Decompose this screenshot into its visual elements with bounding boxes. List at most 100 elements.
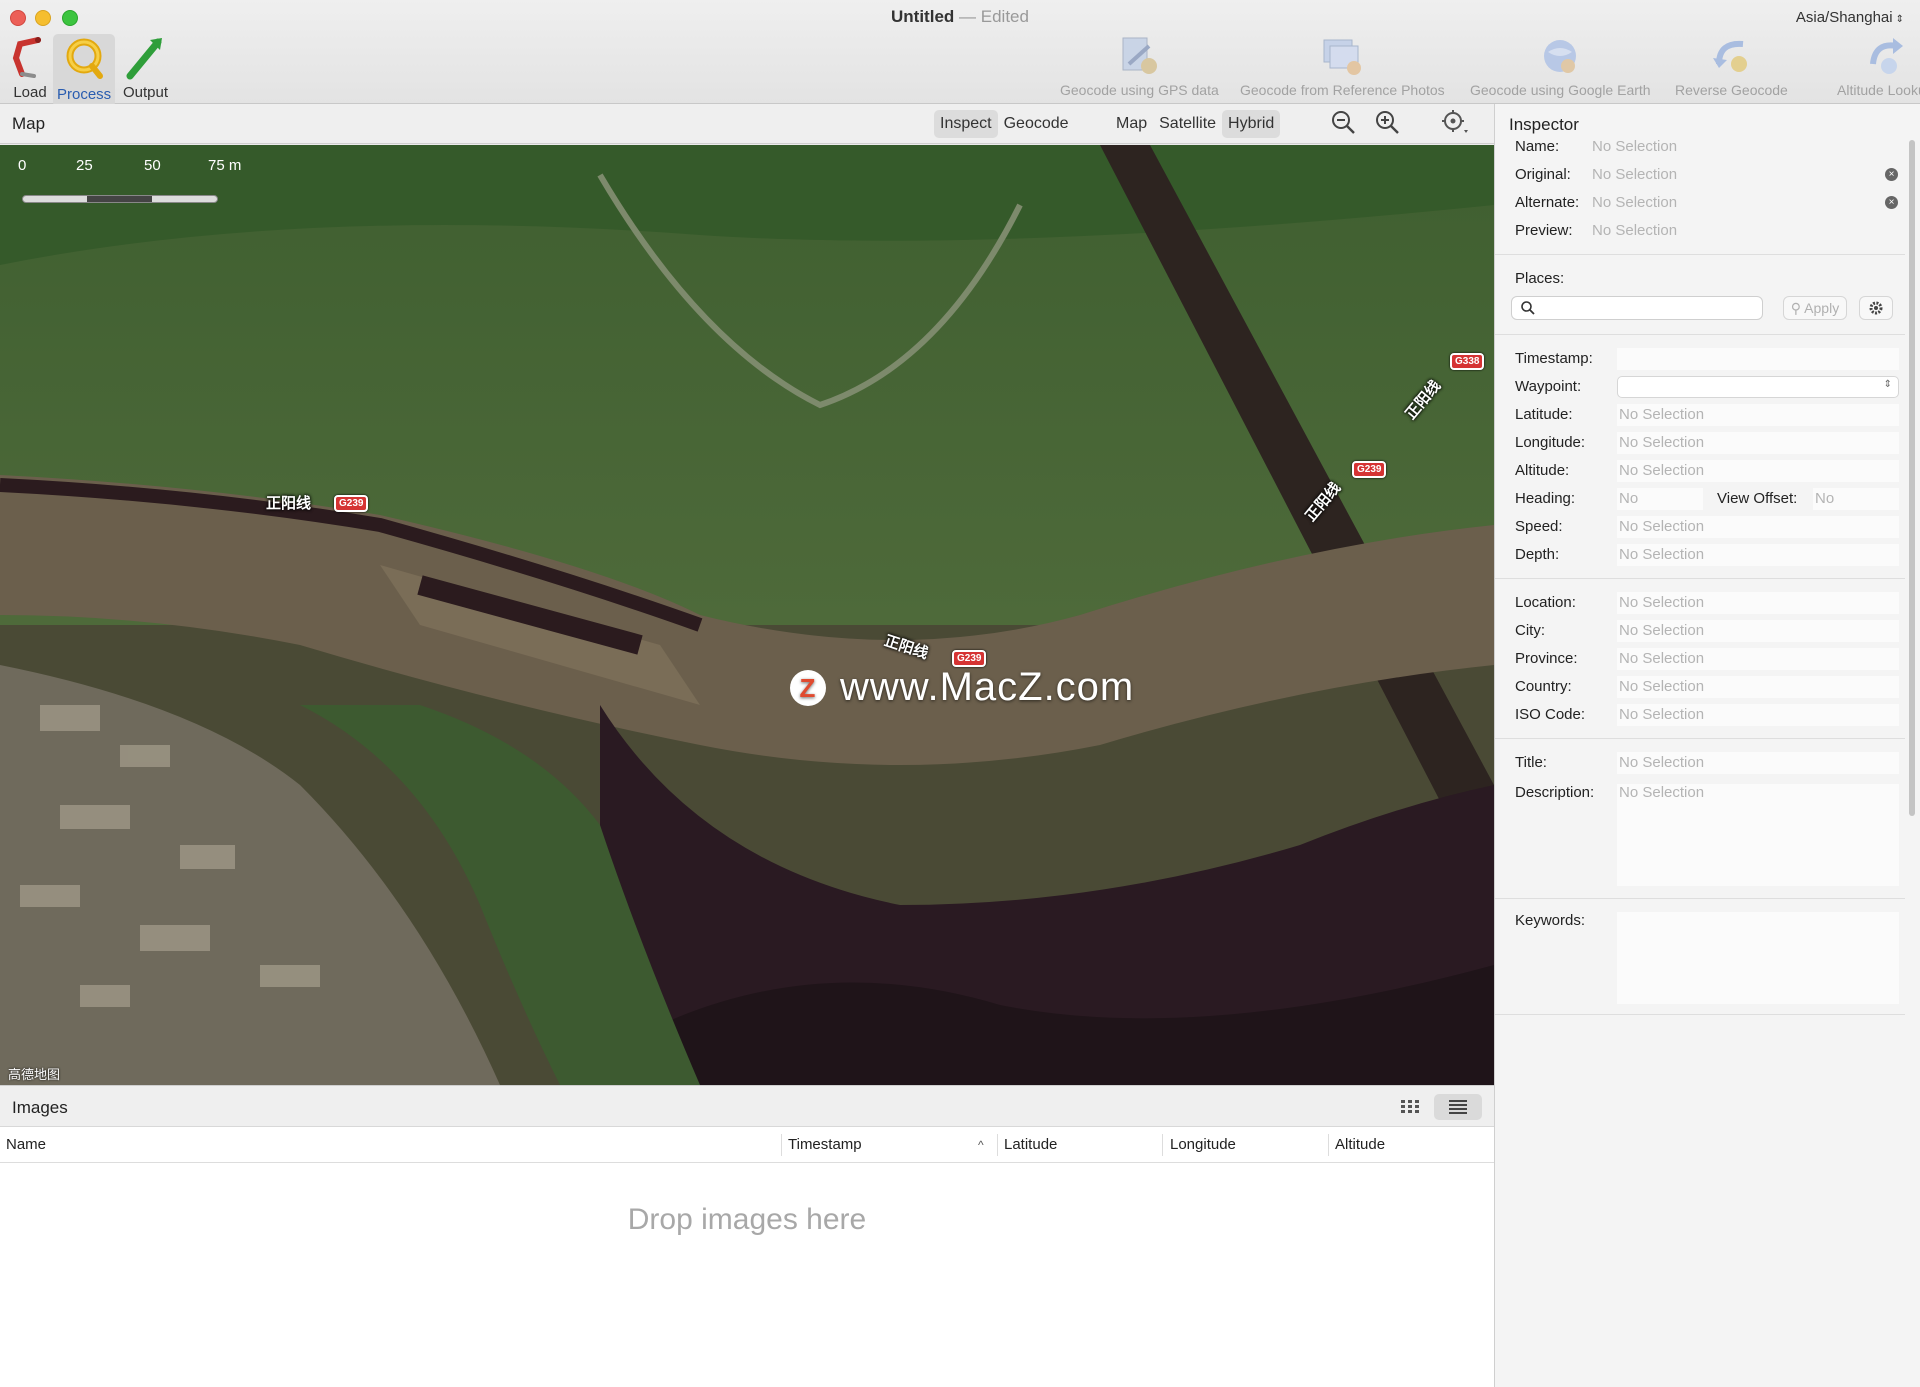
load-button[interactable]: Load (8, 34, 52, 101)
column-timestamp[interactable]: Timestamp (788, 1136, 862, 1153)
speed-label: Speed: (1515, 518, 1563, 535)
geocode-gps-button[interactable]: Geocode using GPS data (1060, 34, 1219, 98)
column-name[interactable]: Name (6, 1136, 46, 1153)
altitude-lookup-button[interactable]: Altitude Lookup (1837, 34, 1920, 98)
window-toolbar: Untitled — Edited Asia/Shanghai ⇕ Load Pr… (0, 0, 1920, 107)
road-shield: G239 (334, 495, 369, 512)
timestamp-field[interactable] (1617, 348, 1899, 370)
waypoint-label: Waypoint: (1515, 378, 1582, 395)
column-longitude[interactable]: Longitude (1170, 1136, 1236, 1153)
tab-map[interactable]: Map (1110, 110, 1153, 138)
process-icon (66, 38, 104, 79)
altitude-value: No Selection (1619, 462, 1705, 479)
reference-photos-icon (1323, 39, 1362, 75)
map-type-segmented-control: Map Satellite Hybrid (1110, 110, 1281, 138)
places-label: Places: (1515, 270, 1565, 287)
province-value: No Selection (1619, 650, 1705, 667)
sort-ascending-icon: ^ (978, 1138, 984, 1152)
city-value: No Selection (1619, 622, 1705, 639)
map-header: Map Inspect Geocode Map Satellite Hybrid (0, 104, 1494, 144)
geocode-google-earth-button[interactable]: Geocode using Google Earth (1470, 34, 1651, 98)
window-title: Untitled — Edited (891, 7, 1029, 26)
grid-view-button[interactable] (1386, 1094, 1434, 1120)
heading-value: No (1619, 490, 1639, 507)
tab-satellite[interactable]: Satellite (1153, 110, 1222, 138)
location-value: No Selection (1619, 594, 1705, 611)
tab-geocode[interactable]: Geocode (998, 110, 1075, 138)
tab-inspect[interactable]: Inspect (934, 110, 998, 138)
google-earth-icon (1544, 40, 1577, 73)
images-header: Images (0, 1085, 1494, 1127)
timestamp-label: Timestamp: (1515, 350, 1593, 367)
timezone-select[interactable]: Asia/Shanghai ⇕ (1796, 9, 1904, 26)
city-label: City: (1515, 622, 1545, 639)
clear-original-icon[interactable]: × (1885, 168, 1898, 181)
updown-chevron-icon: ⇕ (1883, 379, 1892, 390)
output-button[interactable]: Output (123, 34, 168, 101)
road-shield: G239 (1352, 461, 1387, 478)
reverse-geocode-button[interactable]: Reverse Geocode (1675, 34, 1788, 98)
gps-geocode-icon (1122, 37, 1158, 74)
keywords-field[interactable] (1617, 912, 1899, 1004)
images-panel-title: Images (12, 1098, 68, 1117)
iso-code-label: ISO Code: (1515, 706, 1586, 723)
description-value: No Selection (1619, 784, 1705, 801)
alternate-value: No Selection (1592, 194, 1678, 211)
crosshair-gear-icon (1442, 110, 1468, 133)
original-value: No Selection (1592, 166, 1678, 183)
drop-hint: Drop images here (627, 1203, 867, 1236)
inspector-panel: Inspector Name: No Selection Original: N… (1494, 104, 1920, 1387)
view-mode-toggle (1386, 1094, 1482, 1120)
images-drop-area[interactable]: Drop images here (0, 1163, 1494, 1387)
images-table-header: Name Timestamp ^ Latitude Longitude Alti… (0, 1127, 1494, 1163)
locate-menu-button[interactable] (1440, 108, 1470, 136)
load-icon (12, 37, 41, 78)
tab-hybrid[interactable]: Hybrid (1222, 110, 1281, 138)
inspector-scrollbar[interactable] (1909, 140, 1915, 816)
heading-label: Heading: (1515, 490, 1576, 507)
map-panel-title: Map (12, 114, 46, 133)
inspector-title: Inspector (1509, 115, 1579, 134)
zoom-out-button[interactable] (1330, 109, 1358, 137)
province-label: Province: (1515, 650, 1578, 667)
altitude-label: Altitude: (1515, 462, 1570, 479)
road-label: 正阳线 (266, 495, 312, 512)
places-settings-button[interactable] (1859, 296, 1893, 320)
places-search-input[interactable] (1511, 296, 1763, 320)
original-label: Original: (1515, 166, 1571, 183)
apply-place-button[interactable]: ⚲ Apply (1783, 296, 1847, 320)
list-view-icon (1449, 1100, 1467, 1114)
clear-alternate-icon[interactable]: × (1885, 196, 1898, 209)
view-offset-value: No (1815, 490, 1835, 507)
grid-view-icon (1401, 1100, 1419, 1113)
preview-label: Preview: (1515, 222, 1573, 239)
edited-status: Edited (980, 7, 1029, 26)
zoom-out-icon (1332, 111, 1355, 134)
depth-label: Depth: (1515, 546, 1560, 563)
title-label: Title: (1515, 754, 1547, 771)
satellite-map[interactable]: 0 25 50 75 m 正阳线 G239 正阳线 G239 正阳线 G239 … (0, 145, 1494, 1085)
document-name: Untitled (891, 7, 955, 26)
gear-icon (1869, 301, 1883, 315)
waypoint-select[interactable]: ⇕ (1617, 376, 1899, 398)
view-offset-label: View Offset: (1717, 490, 1798, 507)
title-value: No Selection (1619, 754, 1705, 771)
satellite-imagery (0, 145, 1494, 1085)
latitude-value: No Selection (1619, 406, 1705, 423)
column-altitude[interactable]: Altitude (1335, 1136, 1385, 1153)
country-value: No Selection (1619, 678, 1705, 695)
geocode-reference-photos-button[interactable]: Geocode from Reference Photos (1240, 34, 1445, 98)
road-shield: G338 (1450, 353, 1485, 370)
watermark-logo: Z (790, 669, 826, 706)
list-view-button[interactable] (1434, 1094, 1482, 1120)
map-mode-segmented-control: Inspect Geocode (934, 110, 1075, 138)
description-label: Description: (1515, 784, 1595, 801)
zoom-in-button[interactable] (1374, 109, 1402, 137)
longitude-label: Longitude: (1515, 434, 1586, 451)
output-icon (126, 38, 162, 80)
preview-value: No Selection (1592, 222, 1678, 239)
process-button[interactable]: Process (53, 34, 116, 107)
keywords-label: Keywords: (1515, 912, 1586, 929)
column-latitude[interactable]: Latitude (1004, 1136, 1057, 1153)
longitude-value: No Selection (1619, 434, 1705, 451)
